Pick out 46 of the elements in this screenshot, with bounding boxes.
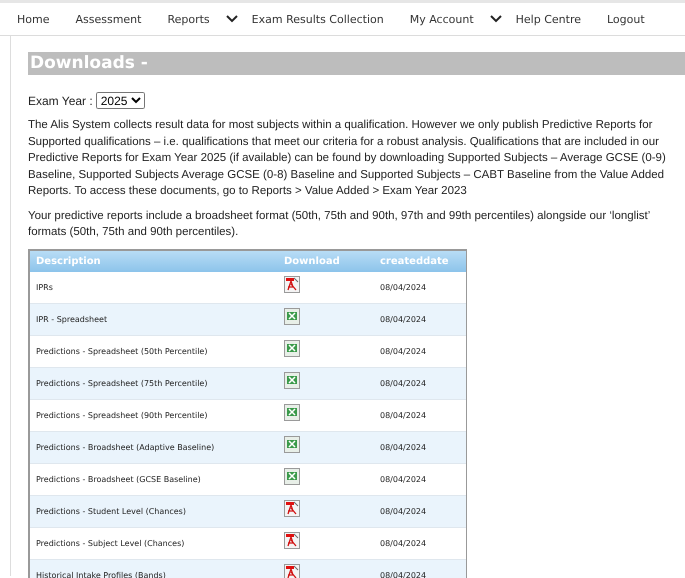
nav-link[interactable]: Help Centre xyxy=(516,12,581,26)
table-cell: 08/04/2024 xyxy=(380,378,426,388)
pdf-file-icon[interactable] xyxy=(284,276,300,292)
table-cell: Predictions - Spreadsheet (50th Percentile) xyxy=(36,346,208,356)
spreadsheet-file-icon[interactable] xyxy=(284,372,300,388)
table-cell: Predictions - Spreadsheet (90th Percentile) xyxy=(36,410,208,420)
column-header: Download xyxy=(284,250,374,272)
table-cell: 08/04/2024 xyxy=(380,474,426,484)
table-cell: 08/04/2024 xyxy=(380,570,426,578)
table-cell: 08/04/2024 xyxy=(380,346,426,356)
spreadsheet-file-icon[interactable] xyxy=(284,308,300,324)
table-cell: 08/04/2024 xyxy=(380,314,426,324)
table-cell: Predictions - Subject Level (Chances) xyxy=(36,538,184,548)
pdf-file-icon[interactable] xyxy=(284,500,300,516)
table-cell: 08/04/2024 xyxy=(380,538,426,548)
spreadsheet-file-icon[interactable] xyxy=(284,404,300,420)
exam-year-label: Exam Year : xyxy=(28,94,93,108)
info-paragraph: The Alis System collects result data for most subjects within a qualification. However we only publish Predictive Reports for Supported qualifications – i.e. qualifications that meet our criteria for a robust analysis. Qualifications that are included in our Predictive Reports for Exam Year 2025 (if available) can be found by downloading Supported Subjects – Average GCSE (0-9) Baseline, Supported Subjects Average GCSE (0-8) Baseline and Supported Subjects – CABT Baseline from the Value Added Reports. To access these documents, go to Reports > Value Added > Exam Year 2023 xyxy=(28,118,667,199)
caret-icon[interactable] xyxy=(490,15,502,23)
table-cell: 08/04/2024 xyxy=(380,442,426,452)
table-cell: Predictions - Broadsheet (Adaptive Baseline) xyxy=(36,442,214,452)
caret-icon[interactable] xyxy=(226,15,238,23)
table-cell: 08/04/2024 xyxy=(380,282,426,292)
nav-link[interactable]: My Account xyxy=(410,12,474,26)
pdf-file-icon[interactable] xyxy=(284,564,300,578)
spreadsheet-file-icon[interactable] xyxy=(284,436,300,452)
nav-link[interactable]: Logout xyxy=(607,12,645,26)
nav-link[interactable]: Home xyxy=(17,12,50,26)
column-header: Description xyxy=(30,250,284,272)
nav-link[interactable]: Assessment xyxy=(75,12,142,26)
table-cell: IPR - Spreadsheet xyxy=(36,314,108,324)
exam-year-select[interactable]: 2025 xyxy=(96,92,145,109)
table-cell: Predictions - Broadsheet (GCSE Baseline) xyxy=(36,474,201,484)
table-cell: 08/04/2024 xyxy=(380,410,426,420)
pdf-file-icon[interactable] xyxy=(284,532,300,548)
table-cell: 08/04/2024 xyxy=(380,506,426,516)
column-header: createddate xyxy=(374,250,466,272)
nav-link[interactable]: Exam Results Collection xyxy=(252,12,384,26)
table-cell: Predictions - Spreadsheet (75th Percentile) xyxy=(36,378,208,388)
info-paragraph: Your predictive reports include a broadsheet format (50th, 75th and 90th, 97th and 99th percentiles) alongside our ‘longlist’ formats (50th, 75th and 90th percentiles). xyxy=(28,208,651,240)
nav-link[interactable]: Reports xyxy=(167,12,210,26)
table-cell: IPRs xyxy=(36,282,53,292)
spreadsheet-file-icon[interactable] xyxy=(284,340,300,356)
spreadsheet-file-icon[interactable] xyxy=(284,468,300,484)
table-cell: Predictions - Student Level (Chances) xyxy=(36,506,186,516)
page-heading: Downloads - xyxy=(28,52,685,75)
